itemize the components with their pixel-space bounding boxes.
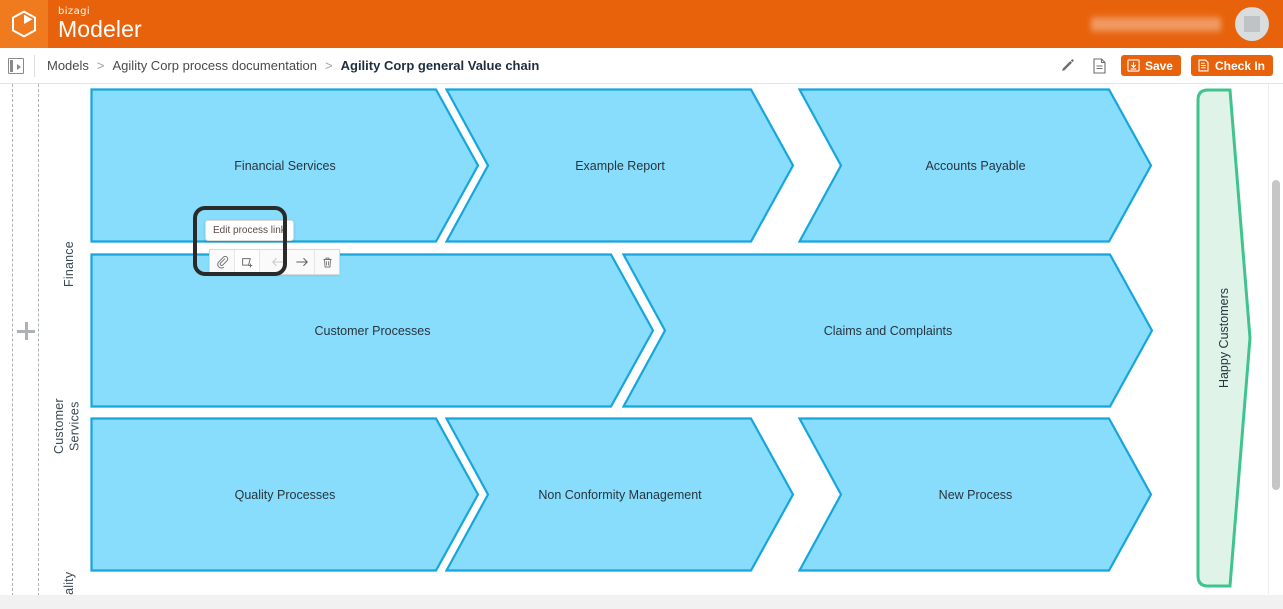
shape-label: Non Conformity Management	[538, 487, 702, 502]
breadcrumb-separator: >	[325, 58, 333, 73]
shape-label: Accounts Payable	[925, 158, 1026, 173]
breadcrumb-item-current[interactable]: Agility Corp general Value chain	[341, 58, 540, 73]
save-button-label: Save	[1144, 58, 1173, 73]
avatar-placeholder-icon	[1244, 16, 1260, 32]
lane-guide-right	[38, 84, 39, 596]
lane-label-finance: Finance	[62, 184, 78, 344]
arrow-left-icon	[272, 257, 284, 267]
panel-toggle-icon[interactable]	[8, 57, 24, 74]
add-lane-button[interactable]	[17, 322, 35, 340]
shape-label: Customer Processes	[314, 323, 431, 338]
vertical-scrollbar-track[interactable]	[1268, 84, 1283, 594]
check-in-button[interactable]: Check In	[1190, 55, 1273, 76]
save-button[interactable]: Save	[1120, 55, 1181, 76]
shape-context-toolbar	[209, 249, 340, 275]
breadcrumb: Models > Agility Corp process documentat…	[47, 58, 539, 73]
lane-label-text: Finance	[62, 241, 76, 287]
outcome-shape-happy-customers[interactable]: Happy Customers	[1196, 88, 1252, 588]
delete-shape-button[interactable]	[315, 250, 339, 274]
arrow-right-icon	[296, 257, 308, 267]
bizagi-modeler-window: bizagi Modeler Models > Agility Corp pro…	[0, 0, 1283, 609]
breadcrumb-item-documentation[interactable]: Agility Corp process documentation	[113, 58, 318, 73]
vertical-scrollbar-thumb[interactable]	[1272, 180, 1280, 490]
shape-plus-icon	[241, 257, 252, 267]
value-chain-shape-non-conformity-management[interactable]: Non Conformity Management	[445, 417, 795, 572]
brand-title-block: bizagi Modeler	[58, 7, 142, 41]
edit-process-link-tooltip: Edit process link	[205, 220, 294, 241]
brand-main: Modeler	[58, 16, 142, 42]
check-in-icon	[1198, 59, 1209, 72]
value-chain-shape-customer-processes[interactable]: Customer Processes	[90, 253, 655, 408]
breadcrumb-bar: Models > Agility Corp process documentat…	[0, 48, 1283, 84]
lane-label-text: Services	[67, 401, 82, 451]
value-chain-shape-accounts-payable[interactable]: Accounts Payable	[798, 88, 1153, 243]
brand-sub: bizagi	[58, 6, 91, 17]
shape-label: Claims and Complaints	[823, 323, 953, 338]
app-header: bizagi Modeler	[0, 0, 1283, 48]
shape-label: Quality Processes	[234, 487, 336, 502]
document-glyph	[1093, 57, 1107, 74]
user-name-redacted	[1091, 13, 1221, 35]
convert-to-subprocess-button[interactable]	[235, 250, 260, 274]
value-chain-shape-quality-processes[interactable]: Quality Processes	[90, 417, 480, 572]
breadcrumb-actions: Save Check In	[1057, 55, 1283, 77]
breadcrumb-separator: >	[96, 58, 105, 73]
lane-label-text: Customer	[52, 398, 66, 454]
shape-label: Financial Services	[234, 158, 336, 173]
header-right-cluster	[1091, 7, 1283, 41]
shape-label: Example Report	[575, 158, 665, 173]
paperclip-icon	[216, 255, 228, 268]
lane-label-customer-services: Customer Services	[52, 346, 82, 506]
cube-logo-icon	[12, 10, 36, 38]
edit-process-link-button[interactable]	[210, 250, 235, 274]
diagram-canvas[interactable]: Finance Customer Services Quality Financ…	[0, 84, 1283, 609]
value-chain-shape-claims-and-complaints[interactable]: Claims and Complaints	[622, 253, 1154, 408]
breadcrumb-divider	[34, 54, 35, 77]
value-chain-shape-example-report[interactable]: Example Report	[445, 88, 795, 243]
breadcrumb-item-models[interactable]: Models	[47, 58, 89, 73]
move-left-button[interactable]	[266, 250, 290, 274]
edit-pencil-icon[interactable]	[1057, 55, 1079, 77]
move-right-button[interactable]	[290, 250, 315, 274]
bizagi-logo[interactable]	[0, 0, 48, 48]
horizontal-scrollbar-track[interactable]	[0, 595, 1283, 609]
shape-label: New Process	[938, 487, 1013, 502]
check-in-button-label: Check In	[1214, 58, 1265, 73]
trash-icon	[322, 257, 332, 267]
outcome-shape-label: Happy Customers	[1217, 287, 1231, 389]
user-avatar[interactable]	[1235, 7, 1269, 41]
save-icon	[1127, 59, 1140, 72]
lane-guide-left	[12, 84, 13, 596]
value-chain-shape-new-process[interactable]: New Process	[798, 417, 1153, 572]
pencil-glyph	[1062, 59, 1075, 71]
document-properties-icon[interactable]	[1089, 55, 1111, 77]
